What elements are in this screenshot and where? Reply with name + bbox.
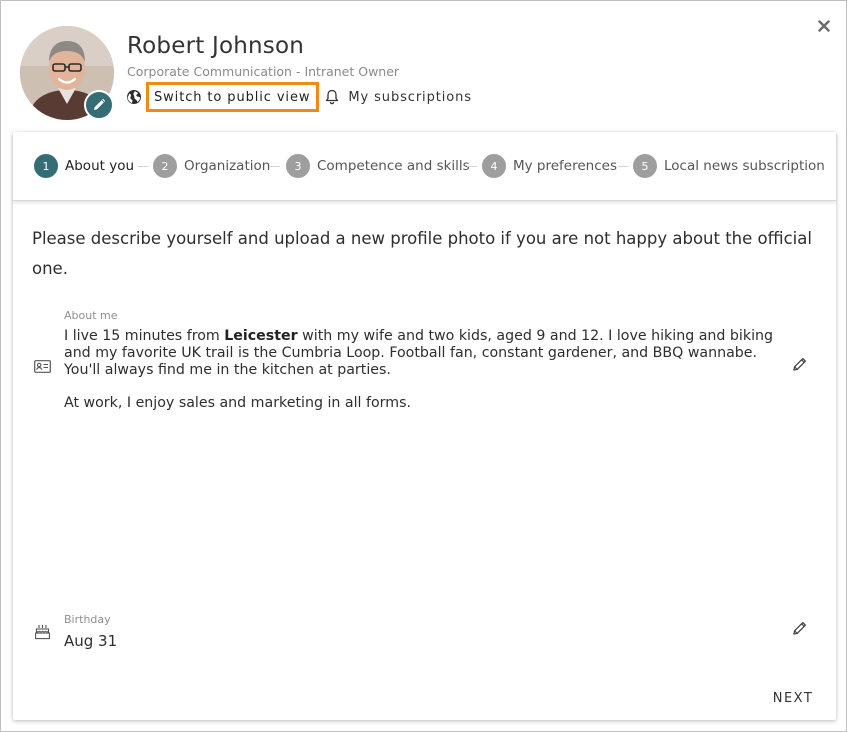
- about-paragraph-1: I live 15 minutes from Leicester with my…: [64, 328, 774, 378]
- step-label: About you: [65, 158, 135, 174]
- pencil-icon: [793, 621, 807, 635]
- profile-dialog: Robert Johnson Corporate Communication -…: [0, 0, 847, 732]
- edit-about-button[interactable]: [790, 354, 810, 374]
- my-subscriptions-button[interactable]: My subscriptions: [325, 89, 472, 105]
- profile-wizard-card: 1 About you 2 Organization 3 Competence …: [13, 132, 836, 720]
- step-number: 5: [633, 154, 657, 178]
- step-competence-and-skills[interactable]: 3 Competence and skills: [286, 154, 470, 178]
- about-paragraph-2: At work, I enjoy sales and marketing in …: [64, 395, 411, 411]
- stepper: 1 About you 2 Organization 3 Competence …: [13, 132, 836, 201]
- pencil-icon: [94, 98, 106, 110]
- about-me-text: I live 15 minutes from Leicester with my…: [64, 328, 784, 428]
- step-organization[interactable]: 2 Organization: [153, 154, 270, 178]
- step-number: 2: [153, 154, 177, 178]
- step-divider: [618, 166, 628, 167]
- my-subscriptions-label: My subscriptions: [348, 89, 472, 105]
- step-label: Local news subscription: [664, 158, 825, 174]
- next-button[interactable]: NEXT: [763, 687, 823, 709]
- step-divider: [270, 166, 280, 167]
- avatar-container: [20, 26, 114, 120]
- step-number: 4: [482, 154, 506, 178]
- about-me-label: About me: [64, 309, 118, 322]
- globe-icon: [126, 89, 142, 105]
- step-number: 1: [34, 154, 58, 178]
- step-label: Competence and skills: [317, 158, 470, 174]
- user-name: Robert Johnson: [127, 33, 304, 59]
- birthday-value: Aug 31: [64, 632, 118, 650]
- switch-public-view-button[interactable]: Switch to public view: [146, 82, 320, 112]
- step-my-preferences[interactable]: 4 My preferences: [482, 154, 617, 178]
- step-divider: [138, 166, 148, 167]
- bell-icon: [325, 89, 339, 105]
- intro-text: Please describe yourself and upload a ne…: [32, 229, 812, 278]
- user-role: Corporate Communication - Intranet Owner: [127, 64, 400, 79]
- pencil-icon: [793, 357, 807, 371]
- close-button[interactable]: [814, 16, 834, 36]
- step-divider: [467, 166, 477, 167]
- close-icon: [818, 20, 830, 32]
- step-label: My preferences: [513, 158, 617, 174]
- birthday-label: Birthday: [64, 613, 111, 626]
- edit-birthday-button[interactable]: [790, 618, 810, 638]
- edit-photo-button[interactable]: [84, 90, 114, 120]
- step-number: 3: [286, 154, 310, 178]
- header-links: Switch to public view My subscriptions: [126, 82, 472, 112]
- step-about-you[interactable]: 1 About you: [34, 154, 134, 178]
- contact-card-icon: [33, 358, 51, 374]
- step-local-news-subscription[interactable]: 5 Local news subscription: [633, 154, 825, 178]
- step-label: Organization: [184, 158, 271, 174]
- cake-icon: [33, 623, 51, 641]
